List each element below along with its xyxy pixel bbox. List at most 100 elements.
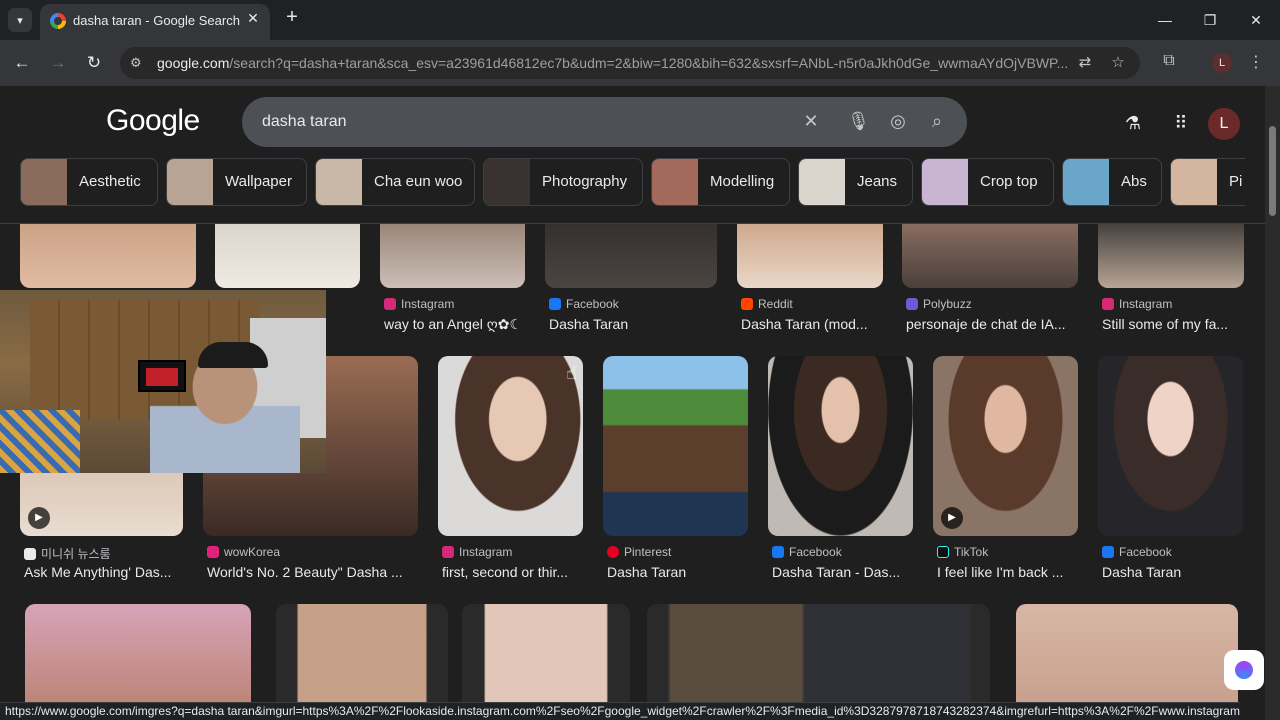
chip-label: Wallpaper [225,173,292,190]
account-avatar[interactable]: L [1208,108,1240,140]
result-caption[interactable]: personaje de chat de IA... [906,316,1081,332]
result-source[interactable]: Facebook [549,297,619,311]
facebook-icon [1102,546,1114,558]
page-scrollbar[interactable] [1265,86,1280,720]
chip-wallpaper[interactable]: Wallpaper [166,158,307,206]
scrollbar-thumb[interactable] [1269,126,1276,216]
result-image[interactable] [647,604,990,702]
address-bar[interactable]: ⚙ google.com/search?q=dasha+taran&sca_es… [120,47,1140,79]
result-image[interactable] [20,224,196,288]
chip-photography[interactable]: Photography [483,158,643,206]
voice-search-icon[interactable]: 🎙 [847,111,870,133]
result-image[interactable] [438,356,583,536]
forward-button[interactable]: → [47,52,69,74]
browser-tab[interactable]: dasha taran - Google Search ✕ [40,4,270,40]
minimize-button[interactable]: — [1153,8,1177,32]
tiktok-icon [937,546,949,558]
restore-button[interactable]: ❐ [1198,8,1222,32]
result-caption[interactable]: first, second or thir... [442,564,587,580]
chip-thumbnail [1171,159,1217,205]
result-caption[interactable]: Ask Me Anything' Das... [24,564,184,580]
result-image[interactable] [545,224,717,288]
chip-pi[interactable]: Pi [1170,158,1245,206]
instagram-icon [384,298,396,310]
result-image[interactable] [737,224,883,288]
result-image[interactable]: ▶ [933,356,1078,536]
result-caption[interactable]: World's No. 2 Beauty" Dasha ... [207,564,417,580]
apps-grid-icon[interactable]: ⠿ [1169,113,1193,137]
result-image[interactable] [1098,356,1243,536]
result-source[interactable]: TikTok [937,545,988,559]
browser-menu-icon[interactable]: ⋮ [1245,52,1267,74]
chip-jeans[interactable]: Jeans [798,158,913,206]
result-image[interactable] [25,604,251,702]
result-source[interactable]: Reddit [741,297,793,311]
tab-search-button[interactable]: ▾ [8,8,32,32]
search-input[interactable]: dasha taran [262,113,347,131]
google-logo[interactable]: Google [106,104,200,138]
result-source[interactable]: Pinterest [607,545,671,559]
instagram-icon [1102,298,1114,310]
result-caption[interactable]: I feel like I'm back ... [937,564,1082,580]
result-image[interactable] [603,356,748,536]
facebook-icon [549,298,561,310]
video-play-icon: ▶ [941,507,963,529]
chip-aesthetic[interactable]: Aesthetic [20,158,158,206]
pinterest-icon [607,546,619,558]
related-chips: Aesthetic Wallpaper Cha eun woo Photogra… [20,158,1245,206]
result-source[interactable]: Instagram [442,545,512,559]
result-image[interactable] [768,356,913,536]
reload-button[interactable]: ↻ [83,52,105,74]
result-caption[interactable]: Dasha Taran - Das... [772,564,917,580]
result-caption[interactable]: Dasha Taran [607,564,752,580]
result-source[interactable]: wowKorea [207,545,280,559]
result-image[interactable] [215,224,360,288]
back-button[interactable]: ← [11,52,33,74]
profile-button[interactable]: L [1212,53,1232,73]
result-source[interactable]: Instagram [384,297,454,311]
result-caption[interactable]: Still some of my fa... [1102,316,1247,332]
link-status-bar: https://www.google.com/imgres?q=dasha ta… [0,702,1240,720]
clear-search-icon[interactable]: ✕ [800,111,822,133]
result-image[interactable] [462,604,630,702]
gemini-assistant-button[interactable] [1224,650,1264,690]
result-caption[interactable]: way to an Angel ღ✿☾ [384,316,534,333]
url-text[interactable]: google.com/search?q=dasha+taran&sca_esv=… [157,55,1067,71]
close-window-button[interactable]: ✕ [1244,8,1268,32]
result-source[interactable]: Facebook [772,545,842,559]
bookmark-star-icon[interactable]: ☆ [1108,53,1128,73]
extensions-icon[interactable]: ⧉ [1158,52,1180,74]
translate-icon[interactable]: ⇄ [1075,53,1095,73]
result-caption[interactable]: Dasha Taran (mod... [741,316,891,332]
result-source[interactable]: Polybuzz [906,297,972,311]
labs-flask-icon[interactable]: ⚗ [1121,113,1145,137]
chip-abs[interactable]: Abs [1062,158,1162,206]
result-source[interactable]: Instagram [1102,297,1172,311]
result-source[interactable]: 미니쉬 뉴스룸 [24,545,111,562]
chip-crop-top[interactable]: Crop top [921,158,1054,206]
chip-thumbnail [316,159,362,205]
new-tab-button[interactable]: + [282,7,302,28]
result-image[interactable] [1016,604,1238,702]
lens-search-icon[interactable]: ◎ [887,111,909,133]
chip-thumbnail [652,159,698,205]
result-source[interactable]: Facebook [1102,545,1172,559]
result-caption[interactable]: Dasha Taran [549,316,719,332]
tab-close-icon[interactable]: ✕ [244,10,262,28]
webcam-sofa [0,410,80,473]
webcam-cap [198,342,268,368]
result-image[interactable] [380,224,525,288]
result-caption[interactable]: Dasha Taran [1102,564,1247,580]
result-image[interactable] [1098,224,1244,288]
video-play-icon: ▶ [28,507,50,529]
search-icon[interactable]: ⌕ [926,111,948,133]
chip-label: Modelling [710,173,775,190]
result-image[interactable] [276,604,448,702]
chip-cha-eun-woo[interactable]: Cha eun woo [315,158,475,206]
result-image[interactable] [902,224,1078,288]
chip-modelling[interactable]: Modelling [651,158,790,206]
site-settings-icon[interactable]: ⚙ [130,55,146,71]
chip-thumbnail [799,159,845,205]
search-box[interactable]: dasha taran ✕ 🎙 ◎ ⌕ [242,97,967,147]
polybuzz-icon [906,298,918,310]
